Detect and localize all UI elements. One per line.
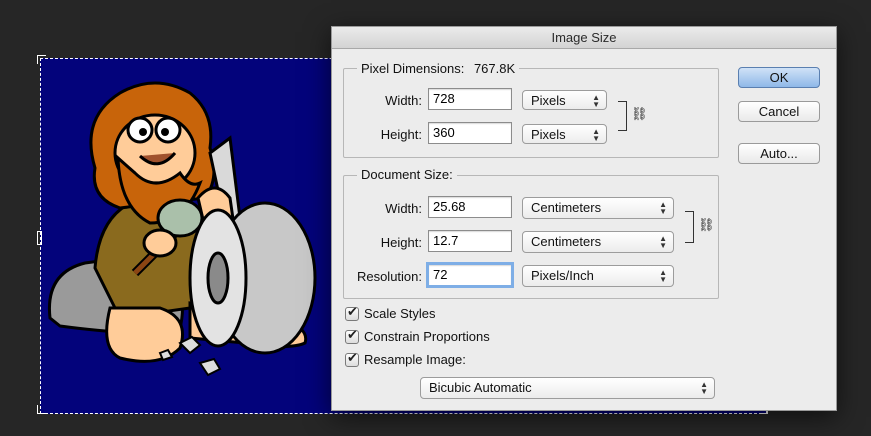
up-down-arrows-icon: ▲ ▼ xyxy=(700,380,708,396)
caveman-illustration xyxy=(47,81,317,377)
up-down-arrows-icon: ▲ ▼ xyxy=(592,127,600,143)
pixel-height-unit-select[interactable]: Pixels ▲ ▼ xyxy=(522,124,607,144)
crop-handle-middle-left[interactable] xyxy=(37,231,42,245)
resolution-label: Resolution: xyxy=(356,269,422,284)
chain-link-icon: ⛓ xyxy=(698,218,715,233)
crop-handle-bottom-left[interactable] xyxy=(37,405,46,414)
doc-height-unit-select[interactable]: Centimeters ▲ ▼ xyxy=(522,231,674,253)
image-size-dialog: Image Size Pixel Dimensions: 767.8K Widt… xyxy=(331,26,837,411)
doc-link-bracket xyxy=(685,211,694,243)
doc-height-input[interactable]: 12.7 xyxy=(428,230,512,252)
auto-button[interactable]: Auto... xyxy=(738,143,820,164)
up-down-arrows-icon: ▲ ▼ xyxy=(592,93,600,109)
cancel-button[interactable]: Cancel xyxy=(738,101,820,122)
doc-width-unit-value: Centimeters xyxy=(531,200,602,215)
pixel-dimensions-size: 767.8K xyxy=(473,61,516,76)
up-down-arrows-icon: ▲ ▼ xyxy=(659,268,667,284)
pixel-width-unit-value: Pixels xyxy=(531,93,566,108)
crop-handle-top-left[interactable] xyxy=(37,55,46,64)
doc-width-label: Width: xyxy=(385,201,422,216)
doc-width-input[interactable]: 25.68 xyxy=(428,196,512,218)
resolution-unit-select[interactable]: Pixels/Inch ▲ ▼ xyxy=(522,265,674,287)
checkbox-checked-icon xyxy=(345,305,359,321)
pixel-dimensions-legend: Pixel Dimensions: 767.8K xyxy=(357,61,520,76)
pixel-link-bracket xyxy=(618,101,627,131)
pixel-width-unit-select[interactable]: Pixels ▲ ▼ xyxy=(522,90,607,110)
checkbox-checked-icon xyxy=(345,351,359,367)
chain-link-icon: ⛓ xyxy=(631,107,648,122)
resample-method-value: Bicubic Automatic xyxy=(429,380,532,395)
up-down-arrows-icon: ▲ ▼ xyxy=(659,234,667,250)
pixel-dimensions-label: Pixel Dimensions: xyxy=(361,61,465,76)
pixel-height-label: Height: xyxy=(380,127,422,142)
doc-width-unit-select[interactable]: Centimeters ▲ ▼ xyxy=(522,197,674,219)
pixel-height-input[interactable]: 360 xyxy=(428,122,512,144)
pixel-width-input[interactable]: 728 xyxy=(428,88,512,110)
scale-styles-label: Scale Styles xyxy=(364,306,436,321)
dialog-title: Image Size xyxy=(332,27,836,49)
doc-height-label: Height: xyxy=(380,235,422,250)
document-size-legend: Document Size: xyxy=(357,167,457,182)
resample-method-select[interactable]: Bicubic Automatic ▲ ▼ xyxy=(420,377,715,399)
pixel-width-label: Width: xyxy=(385,93,422,108)
pixel-height-unit-value: Pixels xyxy=(531,127,566,142)
ok-button[interactable]: OK xyxy=(738,67,820,88)
up-down-arrows-icon: ▲ ▼ xyxy=(659,200,667,216)
resolution-input[interactable]: 72 xyxy=(426,262,514,288)
constrain-proportions-label: Constrain Proportions xyxy=(364,329,490,344)
doc-height-unit-value: Centimeters xyxy=(531,234,602,249)
checkbox-checked-icon xyxy=(345,328,359,344)
resolution-unit-value: Pixels/Inch xyxy=(531,268,594,283)
resample-image-label: Resample Image: xyxy=(364,352,466,367)
pixel-dimensions-group xyxy=(343,68,719,158)
